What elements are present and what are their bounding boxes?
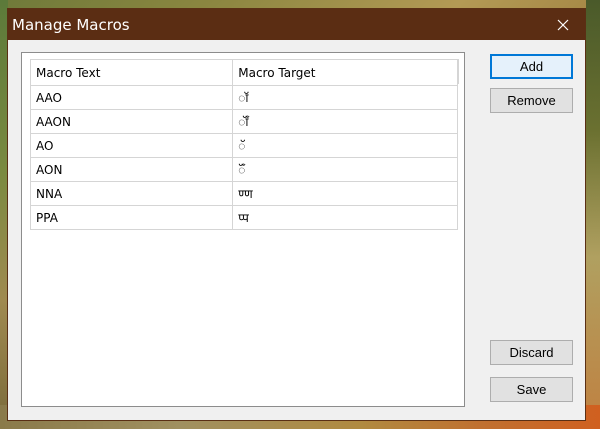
macro-target-cell[interactable]: ॅँ xyxy=(232,157,458,182)
column-header-macro-text[interactable]: Macro Text xyxy=(29,59,234,86)
add-button[interactable]: Add xyxy=(490,54,573,79)
macro-text-cell[interactable]: NNA xyxy=(29,181,234,206)
table-row[interactable]: AON ॅँ xyxy=(29,157,458,182)
discard-button[interactable]: Discard xyxy=(490,340,573,365)
macro-target-cell[interactable]: प्प xyxy=(232,205,458,230)
manage-macros-dialog: Manage Macros Macro Text Macro Target AA… xyxy=(7,8,586,421)
macro-target-cell[interactable]: ॉँ xyxy=(232,109,458,134)
macro-text-cell[interactable]: AO xyxy=(29,133,234,158)
window-title: Manage Macros xyxy=(12,16,130,34)
save-button[interactable]: Save xyxy=(490,377,573,402)
macro-target-cell[interactable]: ण्ण xyxy=(232,181,458,206)
macro-text-cell[interactable]: PPA xyxy=(29,205,234,230)
macro-text-cell[interactable]: AAO xyxy=(29,85,234,110)
remove-button[interactable]: Remove xyxy=(490,88,573,113)
table-row[interactable]: AO ॅ xyxy=(29,133,458,158)
macro-text-cell[interactable]: AAON xyxy=(29,109,234,134)
macro-target-cell[interactable]: ॅ xyxy=(232,133,458,158)
close-icon xyxy=(557,19,569,30)
macro-text-cell[interactable]: AON xyxy=(29,157,234,182)
macros-grid[interactable]: Macro Text Macro Target AAO ॉ AAON ॉँ AO… xyxy=(21,52,465,407)
header-filler xyxy=(458,59,464,84)
table-row[interactable]: PPA प्प xyxy=(29,205,458,230)
macro-target-cell[interactable]: ॉ xyxy=(232,85,458,110)
header-row: Macro Text Macro Target xyxy=(29,59,458,86)
desktop-background-right xyxy=(586,0,600,429)
macros-table: Macro Text Macro Target AAO ॉ AAON ॉँ AO… xyxy=(29,59,458,230)
table-row[interactable]: NNA ण्ण xyxy=(29,181,458,206)
title-bar[interactable]: Manage Macros xyxy=(8,9,585,40)
column-header-macro-target[interactable]: Macro Target xyxy=(232,59,458,86)
close-button[interactable] xyxy=(541,9,585,40)
table-row[interactable]: AAON ॉँ xyxy=(29,109,458,134)
table-row[interactable]: AAO ॉ xyxy=(29,85,458,110)
